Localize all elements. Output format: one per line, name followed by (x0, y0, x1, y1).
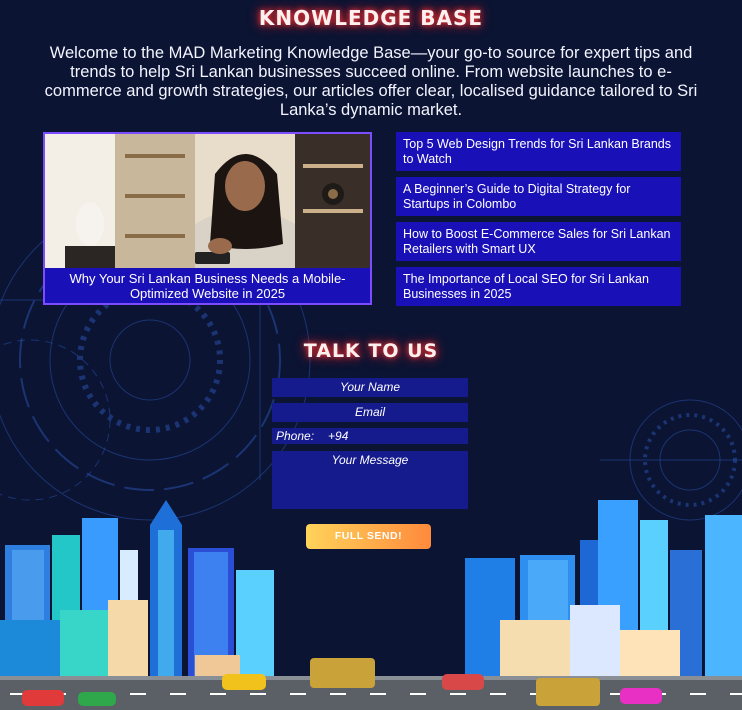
knowledge-base-intro: Welcome to the MAD Marketing Knowledge B… (44, 44, 698, 119)
article-link[interactable]: How to Boost E-Commerce Sales for Sri La… (396, 222, 681, 261)
talk-to-us-title: TALK TO US (303, 340, 439, 362)
article-list: Top 5 Web Design Trends for Sri Lankan B… (396, 132, 681, 312)
phone-country-code: +94 (328, 429, 349, 443)
email-input[interactable]: Email (272, 403, 468, 422)
featured-article-card[interactable]: Why Your Sri Lankan Business Needs a Mob… (43, 132, 372, 305)
article-link[interactable]: Top 5 Web Design Trends for Sri Lankan B… (396, 132, 681, 171)
featured-article-image (45, 134, 370, 268)
phone-label: Phone: (276, 429, 315, 443)
featured-article-caption: Why Your Sri Lankan Business Needs a Mob… (69, 271, 346, 301)
article-link[interactable]: A Beginner’s Guide to Digital Strategy f… (396, 177, 681, 216)
city-skyline-illustration (0, 500, 742, 710)
phone-input[interactable]: Phone: +94 (272, 428, 468, 444)
name-input[interactable]: Your Name (272, 378, 468, 397)
knowledge-base-title: KNOWLEDGE BASE (258, 6, 484, 30)
article-link[interactable]: The Importance of Local SEO for Sri Lank… (396, 267, 681, 306)
